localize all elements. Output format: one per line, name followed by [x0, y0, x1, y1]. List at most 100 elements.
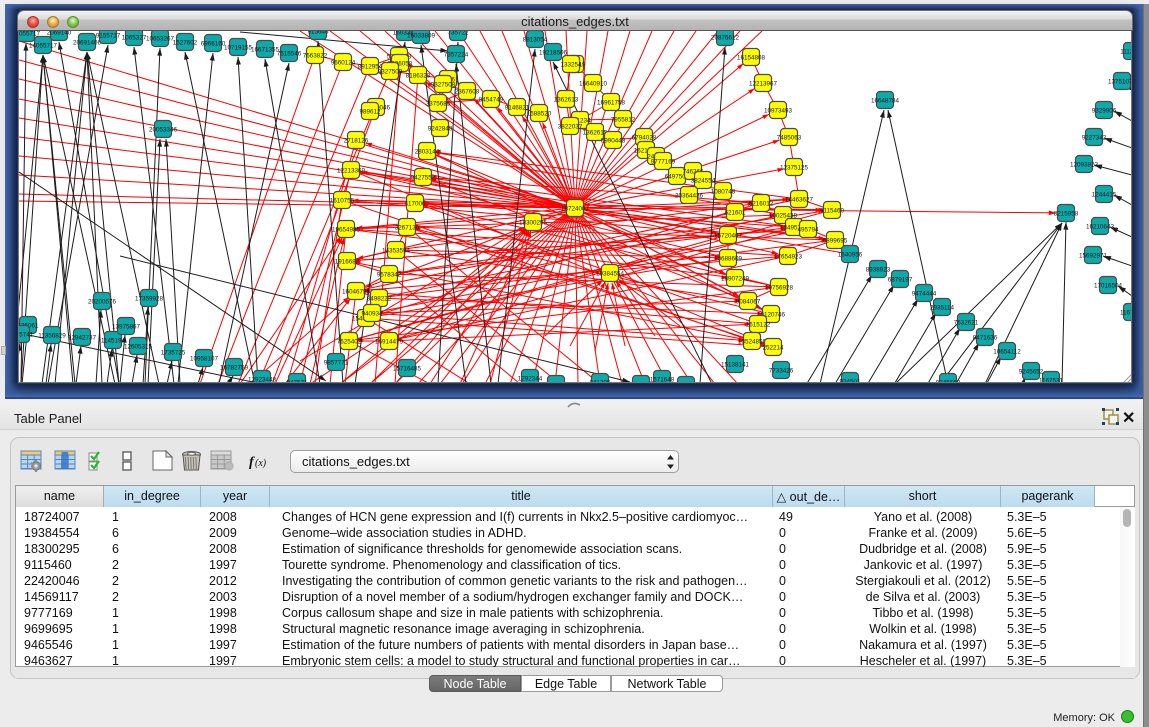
- svg-text:924501: 924501: [839, 378, 861, 383]
- svg-text:13975867: 13975867: [112, 323, 141, 330]
- svg-text:940934: 940934: [361, 310, 383, 317]
- svg-text:735722: 735722: [447, 31, 469, 36]
- svg-text:19384554: 19384554: [596, 270, 625, 277]
- svg-text:9427552: 9427552: [411, 174, 436, 181]
- svg-text:621601: 621601: [724, 209, 746, 216]
- svg-text:3915741: 3915741: [19, 331, 34, 338]
- svg-text:19654985: 19654985: [332, 226, 361, 233]
- svg-text:9327508: 9327508: [431, 81, 456, 88]
- svg-text:18300295: 18300295: [519, 219, 548, 226]
- svg-text:6899695: 6899695: [823, 237, 848, 244]
- svg-text:1735725: 1735725: [161, 349, 186, 356]
- svg-text:1167531: 1167531: [1039, 377, 1064, 383]
- svg-text:1244415: 1244415: [1092, 191, 1117, 198]
- svg-text:841205: 841205: [589, 379, 611, 383]
- svg-text:16671355: 16671355: [251, 46, 280, 53]
- svg-text:9777169: 9777169: [651, 158, 676, 165]
- svg-text:9155717: 9155717: [96, 32, 121, 39]
- svg-text:16033809: 16033809: [407, 32, 436, 39]
- svg-text:8215958: 8215958: [1054, 210, 1079, 217]
- svg-text:12605315: 12605315: [124, 343, 153, 350]
- svg-text:16914479: 16914479: [375, 338, 404, 345]
- svg-text:19756928: 19756928: [765, 284, 794, 291]
- svg-text:1080748: 1080748: [711, 188, 736, 195]
- svg-text:16961758: 16961758: [597, 99, 626, 106]
- svg-text:7357224: 7357224: [444, 51, 469, 58]
- svg-text:20053346: 20053346: [149, 126, 178, 133]
- svg-text:17359928: 17359928: [135, 295, 164, 302]
- svg-text:495794: 495794: [797, 226, 819, 233]
- svg-text:947571: 947571: [286, 379, 308, 383]
- svg-text:2935114: 2935114: [930, 304, 955, 311]
- svg-text:17016504: 17016504: [1094, 282, 1123, 289]
- svg-text:11356829: 11356829: [38, 332, 66, 339]
- svg-text:1610755: 1610755: [330, 197, 355, 204]
- svg-text:10958107: 10958107: [190, 355, 219, 362]
- svg-text:3824554: 3824554: [691, 177, 716, 184]
- svg-text:417006: 417006: [404, 200, 426, 207]
- svg-text:20364436: 20364436: [675, 192, 704, 199]
- svg-text:9227342: 9227342: [1082, 134, 1107, 141]
- svg-text:8186328: 8186328: [406, 72, 431, 79]
- svg-text:10653267: 10653267: [146, 35, 175, 42]
- svg-text:9245652: 9245652: [1019, 368, 1044, 375]
- svg-text:1527602: 1527602: [173, 39, 198, 46]
- svg-text:16782759: 16782759: [220, 364, 249, 371]
- svg-text:7515546: 7515546: [277, 50, 302, 57]
- svg-text:15138141: 15138141: [721, 361, 750, 368]
- svg-text:1112345: 1112345: [1120, 48, 1132, 55]
- svg-text:18907249: 18907249: [721, 275, 750, 282]
- svg-text:15692971: 15692971: [1079, 252, 1108, 259]
- svg-text:17654923: 17654923: [774, 253, 803, 260]
- svg-text:1065327: 1065327: [122, 34, 147, 41]
- svg-text:1362613: 1362613: [554, 96, 579, 103]
- svg-text:12093823: 12093823: [1070, 161, 1099, 168]
- svg-text:3267130: 3267130: [395, 224, 420, 231]
- svg-text:10654112: 10654112: [993, 348, 1021, 355]
- svg-text:3375685: 3375685: [426, 100, 451, 107]
- svg-text:1916682: 1916682: [335, 258, 360, 265]
- svg-text:9474444: 9474444: [912, 290, 937, 297]
- svg-text:9084067: 9084067: [736, 298, 761, 305]
- svg-text:9245011: 9245011: [674, 382, 699, 383]
- svg-text:12942737: 12942737: [68, 334, 97, 341]
- svg-text:16046798: 16046798: [342, 288, 371, 295]
- svg-text:(x): (x): [255, 458, 267, 469]
- svg-text:2069140: 2069140: [47, 31, 72, 36]
- svg-text:14055717: 14055717: [29, 42, 58, 49]
- svg-text:1292344: 1292344: [518, 375, 543, 382]
- svg-text:15720407: 15720407: [714, 232, 743, 239]
- svg-text:989612: 989612: [359, 108, 381, 115]
- svg-text:16154808: 16154808: [737, 54, 766, 61]
- svg-text:12213369: 12213369: [337, 167, 366, 174]
- svg-text:9115460: 9115460: [820, 207, 845, 214]
- svg-text:16648784: 16648784: [871, 97, 900, 104]
- svg-text:9245652: 9245652: [936, 379, 961, 383]
- svg-text:1615122: 1615122: [746, 321, 771, 328]
- svg-text:20876612: 20876612: [711, 34, 740, 41]
- svg-text:6794028: 6794028: [632, 134, 657, 141]
- svg-text:1167533: 1167533: [1120, 309, 1132, 316]
- svg-text:3498222: 3498222: [367, 295, 392, 302]
- svg-text:133254: 133254: [560, 61, 582, 68]
- svg-text:7485063: 7485063: [777, 134, 802, 141]
- svg-text:8471636: 8471636: [973, 334, 998, 341]
- svg-text:20691406: 20691406: [73, 39, 102, 46]
- svg-text:7625402: 7625402: [337, 338, 362, 345]
- svg-text:7733426: 7733426: [769, 367, 794, 374]
- svg-text:1571648: 1571648: [650, 376, 675, 383]
- svg-text:1588520: 1588520: [527, 110, 552, 117]
- svg-text:16210643: 16210643: [1086, 223, 1115, 230]
- svg-text:9857771: 9857771: [324, 359, 349, 366]
- svg-text:6879197: 6879197: [888, 276, 913, 283]
- svg-text:9327509: 9327509: [378, 68, 403, 75]
- svg-text:19218506: 19218506: [539, 49, 568, 56]
- svg-text:2718126: 2718126: [344, 137, 369, 144]
- svg-text:1145194: 1145194: [101, 337, 126, 344]
- svg-text:985771: 985771: [545, 381, 567, 383]
- svg-text:10719155: 10719155: [224, 44, 253, 51]
- svg-text:7663822: 7663822: [303, 52, 328, 59]
- svg-text:20200576: 20200576: [88, 298, 117, 305]
- svg-text:2803144: 2803144: [415, 148, 440, 155]
- svg-text:10973493: 10973493: [764, 107, 793, 114]
